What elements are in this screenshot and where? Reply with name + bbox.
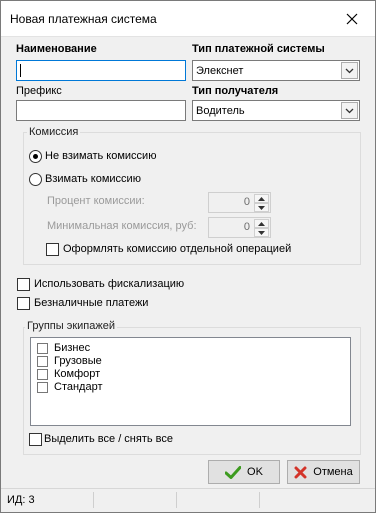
cancel-button[interactable]: Отмена	[287, 460, 360, 484]
cashless-label[interactable]: Безналичные платежи	[34, 297, 148, 309]
commission-group-title: Комиссия	[27, 126, 81, 138]
select-all-checkbox[interactable]	[29, 433, 42, 446]
select-all-label[interactable]: Выделить все / снять все	[44, 433, 173, 445]
cancel-button-label: Отмена	[313, 466, 353, 478]
chevron-down-icon	[258, 230, 265, 235]
dropdown-button[interactable]	[341, 102, 358, 119]
text-caret	[20, 64, 21, 77]
radio-dot	[33, 154, 38, 159]
dropdown-button[interactable]	[341, 62, 358, 79]
spin-down-button[interactable]	[254, 228, 269, 237]
status-separator	[176, 492, 177, 508]
percent-spinner[interactable]: 0	[208, 192, 271, 213]
prefix-label: Префикс	[16, 85, 62, 97]
system-type-label: Тип платежной системы	[192, 43, 325, 55]
crew-groups-list[interactable]: Бизнес Грузовые Комфорт Стандарт	[30, 337, 351, 426]
list-item-checkbox[interactable]	[37, 356, 48, 367]
spin-up-button[interactable]	[254, 194, 269, 203]
spin-up-button[interactable]	[254, 219, 269, 228]
separate-operation-label[interactable]: Оформлять комиссию отдельной операцией	[63, 243, 291, 255]
prefix-input[interactable]	[16, 100, 186, 121]
recipient-type-label: Тип получателя	[192, 85, 279, 97]
chevron-down-icon	[258, 205, 265, 210]
percent-value: 0	[243, 196, 250, 208]
no-commission-label[interactable]: Не взимать комиссию	[45, 150, 156, 162]
list-item-label: Грузовые	[54, 355, 102, 367]
recipient-type-value: Водитель	[196, 105, 245, 117]
spin-down-button[interactable]	[254, 203, 269, 212]
name-label: Наименование	[16, 43, 97, 55]
dialog-window: Новая платежная система Наименование Тип…	[0, 0, 376, 513]
recipient-type-select[interactable]: Водитель	[192, 100, 360, 121]
fiscalization-label[interactable]: Использовать фискализацию	[34, 278, 184, 290]
list-item-label: Стандарт	[54, 381, 103, 393]
close-button[interactable]	[329, 1, 375, 37]
crew-groups-title: Группы экипажей	[25, 320, 117, 332]
list-item-label: Бизнес	[54, 342, 91, 354]
chevron-up-icon	[258, 196, 265, 201]
checkmark-icon	[225, 465, 242, 479]
record-id: ИД: 3	[7, 494, 35, 506]
status-bar: ИД: 3	[1, 488, 375, 512]
chevron-down-icon	[345, 68, 354, 73]
list-item-checkbox[interactable]	[37, 369, 48, 380]
cashless-checkbox[interactable]	[17, 297, 30, 310]
list-item-label: Комфорт	[54, 368, 101, 380]
name-input[interactable]	[16, 60, 186, 81]
separate-operation-checkbox[interactable]	[46, 243, 59, 256]
chevron-up-icon	[258, 221, 265, 226]
status-separator	[259, 492, 260, 508]
close-icon	[346, 13, 358, 25]
system-type-select[interactable]: Элекснет	[192, 60, 360, 81]
no-commission-radio[interactable]	[29, 150, 42, 163]
chevron-down-icon	[345, 108, 354, 113]
system-type-value: Элекснет	[196, 65, 244, 77]
ok-button-label: OK	[247, 466, 263, 478]
list-item-checkbox[interactable]	[37, 382, 48, 393]
min-commission-label: Минимальная комиссия, руб:	[47, 220, 197, 232]
charge-commission-radio[interactable]	[29, 173, 42, 186]
min-commission-value: 0	[243, 221, 250, 233]
min-commission-spinner[interactable]: 0	[208, 217, 271, 238]
title-bar: Новая платежная система	[1, 1, 375, 37]
status-separator	[93, 492, 94, 508]
ok-button[interactable]: OK	[208, 460, 280, 484]
charge-commission-label[interactable]: Взимать комиссию	[45, 173, 141, 185]
fiscalization-checkbox[interactable]	[17, 278, 30, 291]
percent-label: Процент комиссии:	[47, 195, 145, 207]
list-item-checkbox[interactable]	[37, 343, 48, 354]
cross-icon	[294, 466, 307, 478]
window-title: Новая платежная система	[10, 12, 157, 26]
